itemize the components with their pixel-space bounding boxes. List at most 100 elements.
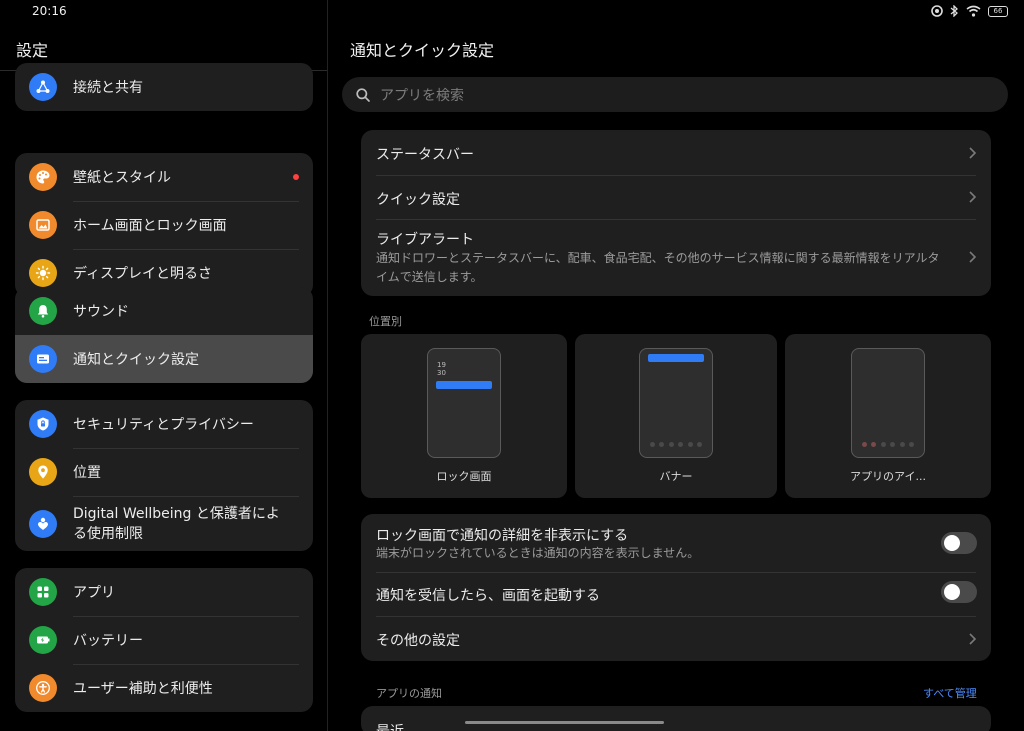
sidebar-item-label: Digital Wellbeing と保護者による使用制限: [73, 505, 280, 542]
wifi-icon: [966, 5, 981, 17]
row-title: クイック設定: [376, 192, 460, 208]
search-placeholder: アプリを検索: [380, 87, 464, 104]
bluetooth-icon: [950, 5, 958, 17]
sidebar-item-connection-sharing[interactable]: 接続と共有: [15, 63, 313, 111]
apps-grid-icon: [29, 578, 57, 606]
recent-apps-card: 最近: [361, 706, 991, 731]
sidebar-item-label: セキュリティとプライバシー: [73, 417, 254, 433]
sidebar-item-apps[interactable]: アプリ: [15, 568, 313, 616]
pane-divider: [327, 0, 328, 731]
sidebar-item-label: 位置: [73, 465, 101, 481]
status-bar: 20:16 66: [0, 0, 1024, 26]
sidebar-group-apps: アプリ バッテリー ユーザー補助と利便性: [15, 568, 313, 712]
style-option-banner[interactable]: バナー: [575, 334, 777, 498]
settings-sidebar: 設定 接続と共有 壁紙とスタイル ホーム画面とロック画面 ディスプレイと明るさ …: [0, 26, 327, 731]
preview-clock-minute: 30: [437, 369, 446, 377]
scroll-handle[interactable]: [465, 721, 664, 724]
sidebar-item-notifications-quick-settings[interactable]: 通知とクイック設定: [15, 335, 313, 383]
row-quick-settings[interactable]: クイック設定: [361, 175, 991, 219]
sidebar-item-label: 通知とクイック設定: [73, 352, 199, 368]
row-subtitle: 端末がロックされているときは通知の内容を表示しません。: [376, 546, 700, 560]
bell-icon: [29, 297, 57, 325]
sidebar-item-label: ホーム画面とロック画面: [73, 218, 227, 234]
sidebar-item-digital-wellbeing[interactable]: Digital Wellbeing と保護者による使用制限: [15, 496, 313, 551]
sidebar-item-security-privacy[interactable]: セキュリティとプライバシー: [15, 400, 313, 448]
sidebar-item-sound[interactable]: サウンド: [15, 287, 313, 335]
location-pin-icon: [29, 458, 57, 486]
shield-icon: [29, 410, 57, 438]
row-title: その他の設定: [376, 633, 460, 649]
share-icon: [29, 73, 57, 101]
style-option-lock-screen[interactable]: 19 30 ロック画面: [361, 334, 567, 498]
sync-icon: [931, 5, 943, 17]
section-label-by-position: 位置別: [369, 315, 402, 328]
row-title: ロック画面で通知の詳細を非表示にする: [376, 528, 629, 544]
preview-notification: [436, 381, 492, 389]
row-wake-screen[interactable]: 通知を受信したら、画面を起動する: [361, 572, 991, 616]
sidebar-item-wallpaper-style[interactable]: 壁紙とスタイル: [15, 153, 313, 201]
sidebar-item-label: バッテリー: [73, 633, 143, 649]
preview-clock-hour: 19: [437, 361, 446, 369]
row-subtitle: 通知ドロワーとステータスバーに、配車、食品宅配、その他のサービス情報に関する最新…: [376, 251, 940, 284]
row-status-bar[interactable]: ステータスバー: [361, 130, 991, 175]
sidebar-item-battery[interactable]: バッテリー: [15, 616, 313, 664]
brightness-icon: [29, 259, 57, 287]
sidebar-group-security: セキュリティとプライバシー 位置 Digital Wellbeing と保護者に…: [15, 400, 313, 551]
search-input[interactable]: アプリを検索: [342, 77, 1008, 112]
sidebar-item-label: 壁紙とスタイル: [73, 170, 171, 186]
system-icons: 66: [931, 5, 1008, 17]
palette-icon: [29, 163, 57, 191]
app-icon-preview: [851, 348, 925, 458]
wake-screen-toggle[interactable]: [941, 581, 977, 603]
battery-charging-icon: [29, 626, 57, 654]
lock-screen-preview: 19 30: [427, 348, 501, 458]
toggle-knob: [944, 535, 960, 551]
notification-badge: [293, 174, 299, 180]
tile-label: ロック画面: [436, 470, 492, 483]
row-live-alerts[interactable]: ライブアラート 通知ドロワーとステータスバーに、配車、食品宅配、その他のサービス…: [361, 219, 991, 296]
recent-label: 最近: [376, 721, 404, 731]
chevron-right-icon: [969, 147, 977, 159]
sidebar-item-label: ディスプレイと明るさ: [73, 266, 213, 282]
preview-clock: 19 30: [437, 361, 446, 377]
search-icon: [356, 87, 370, 102]
chevron-right-icon: [969, 251, 977, 263]
sidebar-item-location[interactable]: 位置: [15, 448, 313, 496]
banner-preview: [639, 348, 713, 458]
row-title: ライブアラート: [376, 232, 474, 248]
status-settings-card: ステータスバー クイック設定 ライブアラート 通知ドロワーとステータスバーに、配…: [361, 130, 991, 296]
chevron-right-icon: [969, 633, 977, 645]
preview-banner: [648, 354, 704, 362]
notification-options-card: ロック画面で通知の詳細を非表示にする 端末がロックされているときは通知の内容を表…: [361, 514, 991, 661]
row-title: 通知を受信したら、画面を起動する: [376, 588, 600, 604]
wellbeing-icon: [29, 509, 57, 538]
sidebar-group-connections: 接続と共有: [15, 63, 313, 111]
battery-icon: 66: [988, 5, 1008, 17]
sidebar-item-label: 接続と共有: [73, 80, 143, 96]
status-time: 20:16: [32, 4, 67, 18]
row-title: ステータスバー: [376, 147, 474, 163]
section-label-app-notifications: アプリの通知: [376, 687, 442, 700]
row-recent-dropdown[interactable]: 最近: [361, 706, 991, 731]
sidebar-item-home-lock-screen[interactable]: ホーム画面とロック画面: [15, 201, 313, 249]
notification-card-icon: [29, 345, 57, 373]
tile-label: バナー: [659, 470, 693, 483]
hide-details-toggle[interactable]: [941, 532, 977, 554]
sidebar-title: 設定: [16, 41, 49, 60]
manage-all-link[interactable]: すべて管理: [923, 685, 977, 701]
accessibility-icon: [29, 674, 57, 702]
sidebar-item-label: サウンド: [73, 304, 129, 320]
sidebar-item-label: ユーザー補助と利便性: [73, 681, 213, 697]
preview-dock: [862, 442, 914, 447]
row-other-settings[interactable]: その他の設定: [361, 616, 991, 661]
sidebar-group-sound-notifications: サウンド 通知とクイック設定: [15, 287, 313, 383]
sidebar-item-accessibility[interactable]: ユーザー補助と利便性: [15, 664, 313, 712]
tile-label: アプリのアイ...: [850, 470, 926, 483]
sidebar-item-label: アプリ: [73, 585, 115, 601]
sidebar-group-display: 壁紙とスタイル ホーム画面とロック画面 ディスプレイと明るさ: [15, 153, 313, 297]
chevron-right-icon: [969, 191, 977, 203]
toggle-knob: [944, 584, 960, 600]
preview-dock: [650, 442, 702, 447]
row-hide-lock-details[interactable]: ロック画面で通知の詳細を非表示にする 端末がロックされているときは通知の内容を表…: [361, 514, 991, 572]
style-option-app-icon[interactable]: アプリのアイ...: [785, 334, 991, 498]
